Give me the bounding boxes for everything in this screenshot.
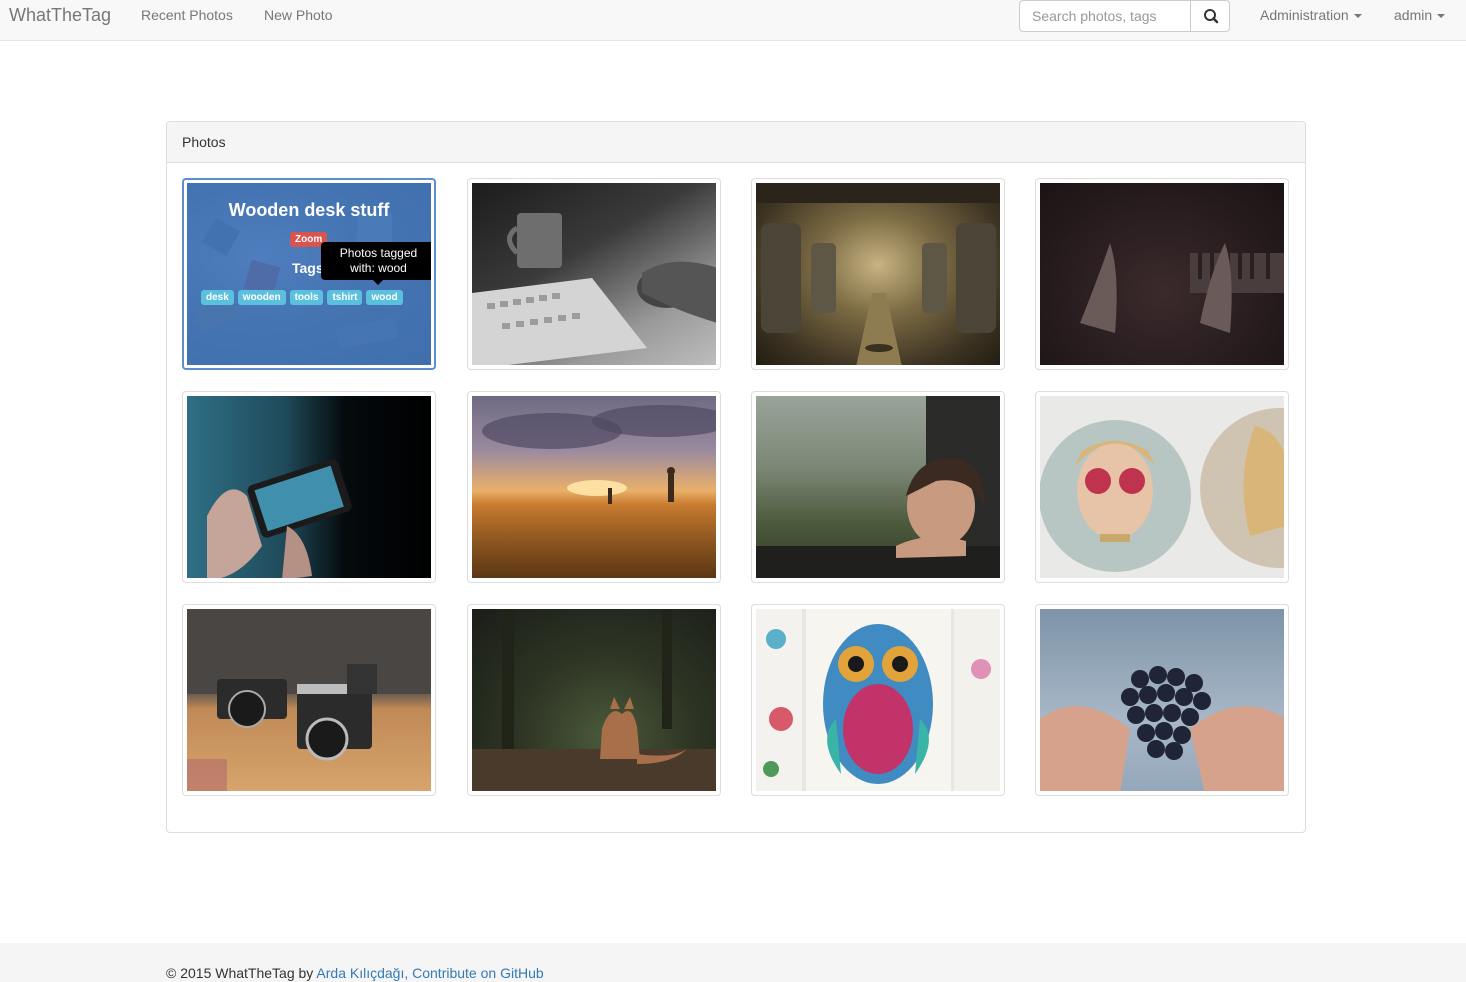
- photo-tram-interior: [756, 183, 1000, 365]
- photo-grapes-hands: [1040, 609, 1284, 791]
- tag-wood[interactable]: wood: [366, 290, 403, 305]
- photo-wooden-desk: Wooden desk stuff Zoom Tags desk wooden to…: [187, 183, 431, 365]
- thumbnail-tram-interior[interactable]: [751, 178, 1005, 370]
- thumbnail-fox-forest[interactable]: [467, 604, 721, 796]
- github-link[interactable]: Contribute on GitHub: [412, 965, 544, 981]
- user-label: admin: [1394, 7, 1433, 23]
- photo-title: Wooden desk stuff: [228, 200, 390, 220]
- footer-separator: ,: [404, 965, 413, 981]
- thumbnail-grapes-hands[interactable]: [1035, 604, 1289, 796]
- footer: © 2015 WhatTheTag by Arda Kılıçdağı, Con…: [0, 943, 1466, 982]
- navbar: WhatTheTag Recent Photos New Photo Admin…: [0, 0, 1466, 41]
- tag-tools[interactable]: tools: [289, 290, 324, 305]
- photo-keyboard-mug: [472, 183, 716, 365]
- photo-owl-coloring: [756, 609, 1000, 791]
- photo-woman-sunglasses: [1040, 396, 1284, 578]
- tag-list: desk wooden tools tshirt wood: [201, 287, 407, 305]
- tag-desk[interactable]: desk: [201, 290, 234, 305]
- footer-copyright: © 2015 WhatTheTag by: [166, 965, 317, 981]
- tag-tooltip: Photos tagged with: wood: [321, 242, 431, 285]
- brand-logo[interactable]: WhatTheTag: [9, 5, 111, 26]
- search-input[interactable]: [1019, 0, 1191, 32]
- author-link[interactable]: Arda Kılıçdağı: [316, 965, 404, 981]
- nav-new-photo[interactable]: New Photo: [264, 7, 332, 23]
- thumbnail-field-sunset[interactable]: [467, 391, 721, 583]
- tooltip-text: Photos tagged with: wood: [339, 246, 418, 275]
- footer-text: © 2015 WhatTheTag by Arda Kılıçdağı, Con…: [166, 965, 544, 981]
- nav-recent-photos[interactable]: Recent Photos: [141, 7, 233, 23]
- thumbnail-piano-hands[interactable]: [1035, 178, 1289, 370]
- photo-piano-hands: [1040, 183, 1284, 365]
- photo-field-sunset: [472, 396, 716, 578]
- search-icon: [1204, 9, 1219, 24]
- photo-boy-window: [756, 396, 1000, 578]
- administration-label: Administration: [1260, 7, 1349, 23]
- photo-hover-overlay: Wooden desk stuff Zoom Tags desk wooden to…: [187, 183, 431, 365]
- thumbnail-owl-coloring[interactable]: [751, 604, 1005, 796]
- search-button[interactable]: [1190, 0, 1230, 32]
- panel-heading: Photos: [167, 122, 1305, 163]
- thumbnail-wooden-desk[interactable]: Wooden desk stuff Zoom Tags desk wooden to…: [182, 178, 436, 370]
- search-form: [1019, 0, 1230, 32]
- tooltip-arrow: [373, 280, 383, 285]
- user-dropdown[interactable]: admin: [1394, 7, 1446, 23]
- thumbnail-keyboard-mug[interactable]: [467, 178, 721, 370]
- caret-down-icon: [1437, 14, 1446, 19]
- photo-fox-forest: [472, 609, 716, 791]
- tag-wooden[interactable]: wooden: [237, 290, 286, 305]
- photo-phone-hands: [187, 396, 431, 578]
- thumbnail-vintage-cameras[interactable]: [182, 604, 436, 796]
- tag-tshirt[interactable]: tshirt: [327, 290, 363, 305]
- thumbnail-boy-window[interactable]: [751, 391, 1005, 583]
- administration-dropdown[interactable]: Administration: [1260, 7, 1362, 23]
- caret-down-icon: [1353, 14, 1362, 19]
- photos-panel: Photos Wooden desk stuff Zoom Tags desk w…: [166, 121, 1306, 833]
- tags-label: Tags: [292, 260, 324, 276]
- thumbnail-phone-hands[interactable]: [182, 391, 436, 583]
- photo-vintage-cameras: [187, 609, 431, 791]
- thumbnail-woman-sunglasses[interactable]: [1035, 391, 1289, 583]
